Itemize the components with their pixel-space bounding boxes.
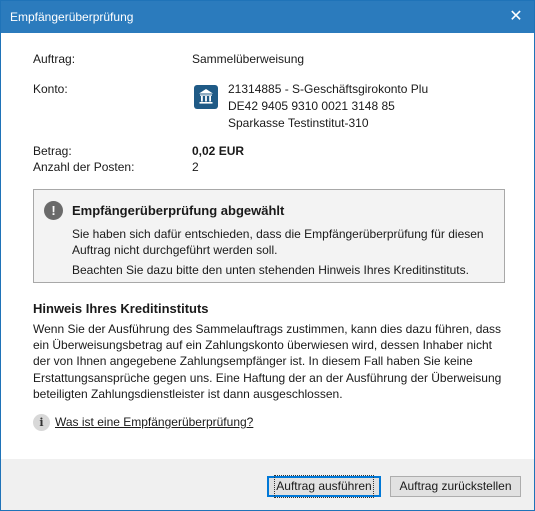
- account-iban: DE42 9405 9310 0021 3148 85: [228, 99, 395, 113]
- dialog-window: Empfängerüberprüfung ✕ Auftrag: Sammelüb…: [0, 0, 535, 511]
- execute-order-label: Auftrag ausführen: [274, 475, 374, 498]
- exclamation-icon: !: [44, 201, 63, 220]
- account-name: 21314885 - S-Geschäftsgirokonto Plu: [228, 82, 429, 96]
- warning-box: ! Empfängerüberprüfung abgewählt Sie hab…: [33, 189, 505, 283]
- window-title: Empfängerüberprüfung: [10, 10, 134, 24]
- hint-title: Hinweis Ihres Kreditinstituts: [33, 301, 209, 316]
- dialog-content: Auftrag: Sammelüberweisung Konto: 213148…: [1, 33, 534, 459]
- count-value: 2: [192, 160, 199, 174]
- order-value: Sammelüberweisung: [192, 52, 305, 66]
- execute-order-button[interactable]: Auftrag ausführen: [267, 475, 381, 498]
- warning-text: Sie haben sich dafür entschieden, dass d…: [72, 227, 484, 257]
- bank-icon: [194, 85, 218, 109]
- account-label: Konto:: [33, 82, 68, 96]
- info-link[interactable]: Was ist eine Empfängerüberprüfung?: [55, 415, 253, 429]
- amount-value: 0,02 EUR: [192, 144, 245, 158]
- close-icon[interactable]: ✕: [506, 7, 526, 27]
- account-bank: Sparkasse Testinstitut-310: [228, 116, 369, 130]
- hint-text: Wenn Sie der Ausführung des Sammelauftra…: [33, 322, 502, 401]
- order-label: Auftrag:: [33, 52, 76, 66]
- button-bar: Auftrag ausführen Auftrag zurückstellen: [1, 459, 534, 510]
- defer-order-button[interactable]: Auftrag zurückstellen: [390, 476, 521, 497]
- info-icon: i: [33, 414, 50, 431]
- warning-title: Empfängerüberprüfung abgewählt: [72, 203, 285, 218]
- count-label: Anzahl der Posten:: [33, 160, 135, 174]
- title-bar[interactable]: Empfängerüberprüfung ✕: [1, 1, 534, 33]
- amount-label: Betrag:: [33, 144, 72, 158]
- warning-note: Beachten Sie dazu bitte den unten stehen…: [72, 263, 469, 277]
